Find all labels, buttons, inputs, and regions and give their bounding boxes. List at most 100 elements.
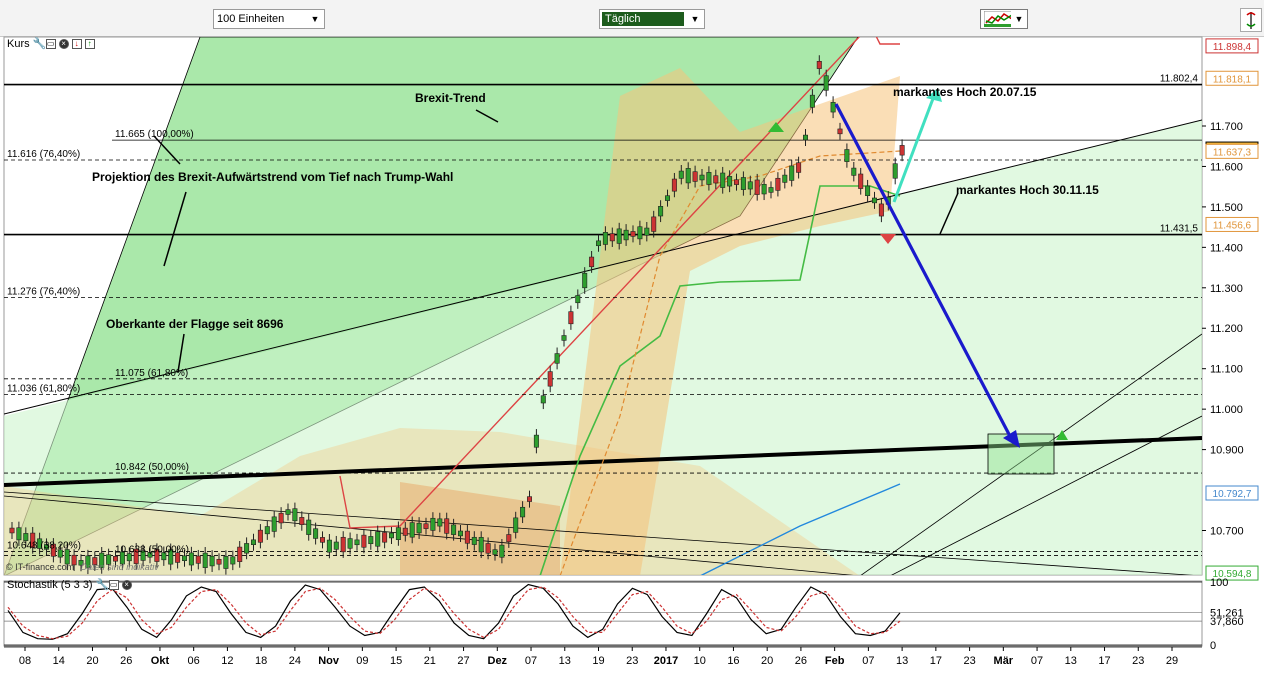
candle-body: [416, 522, 422, 534]
x-axis-label-16: 13: [559, 655, 571, 667]
candle-body: [809, 94, 815, 108]
price-box-label-3: 11.637,3: [1213, 147, 1252, 158]
candle-body: [209, 555, 215, 567]
candle-body: [409, 522, 415, 538]
candle-body: [692, 171, 698, 182]
candle-body: [16, 527, 22, 541]
candle-body: [223, 556, 229, 569]
candle-body: [375, 531, 381, 547]
chevron-down-icon: ▼: [310, 14, 320, 24]
candle-body: [499, 544, 505, 558]
x-axis-label-9: Nov: [318, 655, 340, 667]
stoch-axis-label-0: 100: [1210, 577, 1228, 589]
x-axis-label-32: 17: [1098, 655, 1110, 667]
target-zone-box: [987, 433, 1055, 475]
price-axis-label-0: 11.700: [1210, 121, 1243, 133]
candle-body: [802, 134, 808, 141]
candle-body: [437, 518, 443, 527]
candle-body: [554, 353, 560, 364]
x-axis-label-1: 14: [53, 655, 65, 667]
candle-body: [706, 172, 712, 185]
candle-body: [789, 165, 795, 181]
x-axis-label-12: 21: [424, 655, 436, 667]
window-icon[interactable]: ▭: [45, 39, 56, 49]
wrench-icon[interactable]: 🔧: [33, 39, 47, 50]
candle-body: [575, 295, 581, 304]
candle-body: [520, 506, 526, 518]
disclaimer-text: Daten sind indikativ: [80, 562, 159, 572]
x-axis-label-10: 09: [356, 655, 368, 667]
candle-body: [878, 203, 884, 217]
stoch-panel-header: Stochastik (5 3 3) 🔧 ▭ ×: [7, 579, 132, 591]
candle-body: [671, 178, 677, 192]
x-axis-label-22: 20: [761, 655, 773, 667]
candle-body: [278, 512, 284, 524]
units-select[interactable]: 100 Einheiten ▼: [213, 9, 325, 29]
candle-body: [747, 181, 753, 190]
move-up-icon[interactable]: ↑: [84, 39, 95, 49]
price-axis-label-4: 11.300: [1210, 283, 1243, 295]
candle-body: [368, 536, 374, 545]
x-axis-label-30: 07: [1031, 655, 1043, 667]
candle-body: [589, 256, 595, 268]
candle-body: [395, 527, 401, 540]
annotation-4: markantes Hoch 30.11.15: [956, 183, 1099, 197]
candle-body: [775, 177, 781, 191]
x-axis-label-19: 2017: [654, 655, 678, 667]
x-axis-label-7: 18: [255, 655, 267, 667]
drawing-tool-button[interactable]: [1240, 8, 1262, 32]
x-axis-label-17: 19: [592, 655, 604, 667]
period-select-value: Täglich: [602, 12, 684, 26]
candle-body: [823, 75, 829, 91]
candle-body: [816, 61, 822, 69]
close-icon[interactable]: ×: [121, 580, 132, 590]
candle-body: [333, 541, 339, 550]
x-axis-label-23: 26: [795, 655, 807, 667]
candle-body: [354, 539, 360, 546]
chevron-down-icon: ▼: [690, 14, 700, 24]
close-icon[interactable]: ×: [58, 39, 69, 49]
candle-body: [644, 227, 650, 236]
price-panel-header: Kurs 🔧 ▭ × ↓ ↑: [7, 38, 95, 50]
candle-body: [319, 537, 325, 543]
chart-area[interactable]: 11.700 11.600 11.500 11.400 11.300 11.200 11.1…: [0, 36, 1264, 673]
candle-body: [506, 534, 512, 543]
price-axis-label-6: 11.100: [1210, 364, 1243, 376]
candle-body: [533, 434, 539, 448]
x-axis-label-24: Feb: [825, 655, 845, 667]
candle-body: [402, 527, 408, 536]
candle-body: [713, 175, 719, 184]
candle-body: [630, 231, 636, 237]
candle-body: [637, 226, 643, 240]
candle-body: [313, 528, 319, 539]
x-axis-label-11: 15: [390, 655, 402, 667]
annotation-2: Oberkante der Flagge seit 8696: [106, 317, 284, 331]
annotation-3: markantes Hoch 20.07.15: [893, 85, 1037, 99]
x-axis-label-29: Mär: [994, 655, 1014, 667]
move-down-icon[interactable]: ↓: [71, 39, 82, 49]
indicator-menu-button[interactable]: ▼: [980, 9, 1028, 29]
level-label-9: 10.638 (50,00%): [115, 545, 189, 556]
watermark: © IT-finance.com Daten sind indikativ: [6, 562, 159, 572]
candle-body: [216, 559, 222, 565]
period-select[interactable]: Täglich ▼: [599, 9, 705, 29]
x-axis-label-20: 10: [694, 655, 706, 667]
candle-body: [830, 102, 836, 113]
candle-body: [257, 529, 263, 543]
candle-body: [782, 174, 788, 183]
x-axis-label-2: 20: [86, 655, 98, 667]
candle-body: [754, 179, 760, 195]
indicator-chart-icon: [984, 11, 1011, 27]
candle-body: [382, 532, 388, 543]
drawing-tool-icon: [1246, 12, 1256, 29]
candle-body: [195, 555, 201, 564]
x-axis-label-27: 17: [930, 655, 942, 667]
candle-body: [727, 176, 733, 187]
price-box-label-1: 11.818,1: [1213, 74, 1252, 85]
level-label-2: 11.616 (76,40%): [7, 149, 80, 160]
stoch-panel-frame: [3, 580, 1203, 647]
wrench-icon[interactable]: 🔧: [96, 580, 110, 591]
window-icon[interactable]: ▭: [108, 580, 119, 590]
candle-body: [526, 496, 532, 502]
level-label-5: 11.075 (61,80%): [115, 368, 188, 379]
